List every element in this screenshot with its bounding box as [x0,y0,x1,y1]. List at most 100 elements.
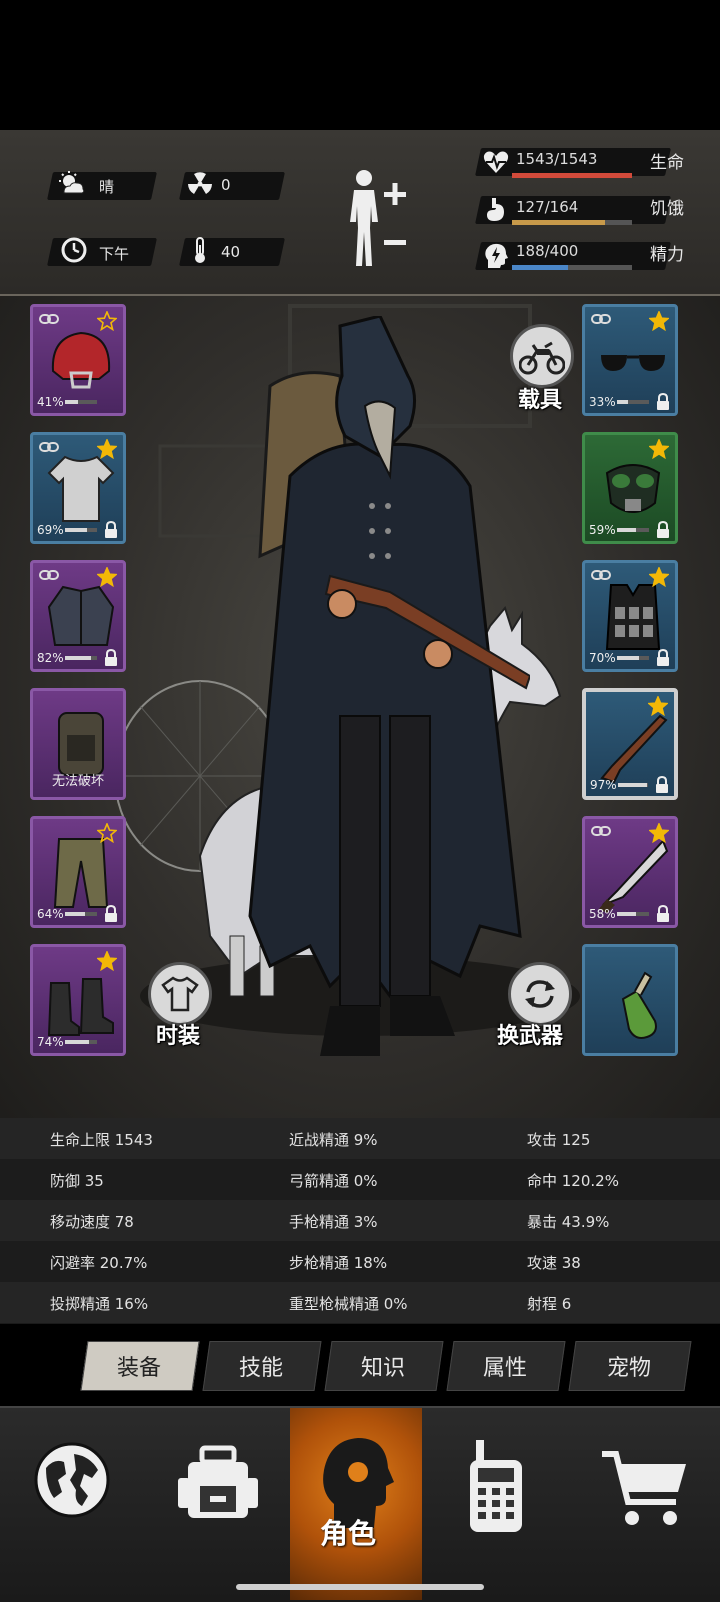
slot-durability-label: 58% [589,907,616,921]
slot-durability-bar [65,656,97,660]
lock-icon [657,905,669,922]
nav-character[interactable]: 角色 [290,1408,422,1600]
slot-durability-label: 33% [589,395,616,409]
radiation-value: 0 [221,176,231,194]
tactical-vest-icon [605,584,661,650]
hp-bar [512,173,632,178]
swap-arrows-icon [525,980,555,1008]
character-figure [248,316,530,1056]
body-figure-icon[interactable] [346,166,410,270]
stat-cell: 弓箭精通 0% [289,1172,378,1190]
nav-inventory[interactable] [146,1408,290,1600]
lock-icon [105,521,117,538]
left-slot-backpack[interactable]: 无法破坏 [30,688,126,800]
stat-row: 生命上限 1543 近战精通 9% 攻击 125 [0,1118,720,1159]
slot-durability-label: 70% [589,651,616,665]
globe-icon [34,1442,110,1518]
left-slot-shirt[interactable]: 69% [30,432,126,544]
tab-skills[interactable]: 技能 [202,1338,320,1394]
tab-pets[interactable]: 宠物 [570,1338,688,1394]
slot-durability-fill [65,1040,89,1044]
nav-radio[interactable] [422,1408,570,1600]
left-slot-boots[interactable]: 74% [30,944,126,1056]
left-slot-helmet[interactable]: 41% [30,304,126,416]
cart-icon [602,1451,686,1525]
helmet-icon [51,331,111,389]
right-slot-rifle[interactable]: 97% [582,688,678,800]
boots-icon [47,978,114,1036]
heart-pulse-icon [483,151,509,173]
lock-icon [105,649,117,666]
slot-note: 无法破坏 [51,774,104,789]
link-icon [591,570,611,580]
clock-icon [61,237,87,263]
stat-cell: 移动速度 78 [50,1213,134,1231]
hp-label: 生命 [650,153,684,173]
time-of-day-label: 下午 [99,245,130,263]
lock-icon [657,393,669,410]
nav-character-label: 角色 [320,1517,377,1550]
star-icon [648,696,668,716]
tab-knowledge[interactable]: 知识 [324,1338,442,1394]
stat-cell: 攻速 38 [527,1254,581,1272]
machete-icon [599,839,669,913]
thermometer-icon [195,237,205,263]
vehicle-button[interactable] [510,324,574,388]
star-icon [97,567,117,587]
stat-cell: 暴击 43.9% [527,1213,610,1231]
energy-bar-fill [512,265,569,270]
left-slot-jacket[interactable]: 82% [30,560,126,672]
slot-durability-label: 82% [37,651,64,665]
stat-cell: 防御 35 [50,1172,104,1190]
sunglasses-icon [601,355,665,371]
vehicle-label[interactable]: 载具 [518,382,562,414]
tab-equipment[interactable]: 装备 [80,1338,198,1394]
star-icon [649,567,669,587]
gas-mask-icon [605,464,661,513]
link-icon [591,314,611,324]
motorcycle-icon [519,341,565,375]
stat-cell: 生命上限 1543 [50,1131,153,1149]
slot-durability-label: 74% [37,1035,64,1049]
right-slot-molotov[interactable] [582,944,678,1056]
slot-durability-label: 64% [37,907,64,921]
fashion-button[interactable] [148,962,212,1026]
character-area: 41% 69% 82% 无法破坏 64% 74% 33% 59% 70% 97% 58% 载具 时… [0,296,720,1136]
right-slot-tactical-vest[interactable]: 70% [582,560,678,672]
home-indicator[interactable] [236,1584,484,1590]
star-icon [649,311,669,331]
stat-cell: 命中 120.2% [527,1172,619,1190]
nav-shop[interactable] [570,1408,720,1600]
slot-durability-bar [617,912,649,916]
temperature-value: 40 [221,243,241,261]
link-icon [39,442,59,452]
slot-durability-bar [617,400,649,404]
hunger-label: 饥饿 [650,199,684,219]
hunger-value: 127/164 [516,198,579,216]
swap-weapon-label[interactable]: 换武器 [497,1018,563,1050]
stat-row: 闪避率 20.7% 步枪精通 18% 攻速 38 [0,1241,720,1282]
stat-cell: 攻击 125 [527,1131,591,1149]
link-icon [39,570,59,580]
link-icon [39,314,59,324]
right-slot-machete[interactable]: 58% [582,816,678,928]
walkie-talkie-icon [470,1440,522,1532]
slot-durability-fill [65,656,92,660]
fashion-label[interactable]: 时装 [156,1018,200,1050]
right-slot-gas-mask[interactable]: 59% [582,432,678,544]
radiation-icon [188,172,212,194]
stat-row: 投掷精通 16% 重型枪械精通 0% 射程 6 [0,1282,720,1323]
slot-durability-fill [65,528,88,532]
nav-map[interactable] [0,1408,146,1600]
slot-durability-fill [617,528,636,532]
left-slot-pants[interactable]: 64% [30,816,126,928]
slot-durability-bar [65,912,97,916]
tab-attributes[interactable]: 属性 [446,1338,564,1394]
slot-durability-fill [65,400,79,404]
star-icon [97,951,117,971]
pants-icon [53,838,109,908]
right-slot-sunglasses[interactable]: 33% [582,304,678,416]
swap-weapon-button[interactable] [508,962,572,1026]
slot-durability-bar [65,400,97,404]
slot-durability-bar [617,656,649,660]
